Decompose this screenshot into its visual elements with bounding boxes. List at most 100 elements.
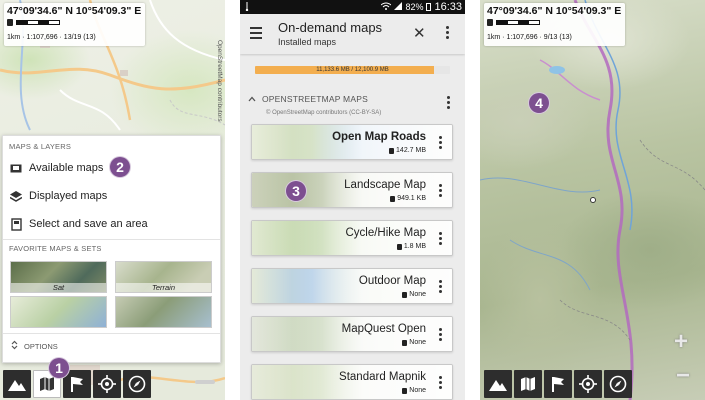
- map-size: 1.8 MB: [396, 243, 426, 250]
- save-area-icon: [9, 217, 23, 231]
- sd-card-icon: [396, 243, 402, 250]
- map-size: None: [402, 339, 426, 346]
- mountain-icon: [8, 377, 26, 391]
- map-more-icon[interactable]: [439, 136, 442, 151]
- menu-item-label: Displayed maps: [29, 190, 108, 202]
- coordinates-text: 47°09'34.6" N 10°54'09.3" E: [7, 5, 142, 17]
- map-card[interactable]: Cycle/Hike Map 1.8 MB: [251, 220, 453, 256]
- terrain-button[interactable]: [484, 370, 512, 398]
- flag-icon: [551, 376, 565, 392]
- map-size-text: None: [409, 339, 426, 346]
- map-more-icon[interactable]: [439, 328, 442, 343]
- coordinates-overlay[interactable]: 47°09'34.6" N 10°54'09.3" E 1km · 1:107,…: [484, 3, 626, 46]
- menu-item-select-save-area[interactable]: Select and save an area: [9, 214, 214, 234]
- map-more-icon[interactable]: [439, 376, 442, 391]
- usb-icon: [243, 1, 251, 13]
- map-card[interactable]: MapQuest Open None: [251, 316, 453, 352]
- step-badge-3: 3: [285, 180, 307, 202]
- scale-text: 1km · 1:107,696 · 9/13 (13): [487, 34, 572, 41]
- map-size-text: 1.8 MB: [403, 243, 426, 250]
- terrain-button[interactable]: [3, 370, 31, 398]
- location-button[interactable]: [574, 370, 602, 398]
- map-icon: [520, 376, 536, 392]
- scale-icon: [7, 19, 13, 26]
- map-card[interactable]: Open Map Roads 142.7 MB: [251, 124, 453, 160]
- favorite-map-set-3[interactable]: [10, 296, 107, 328]
- crosshair-icon: [579, 375, 597, 393]
- map-size: None: [402, 291, 426, 298]
- location-button[interactable]: [93, 370, 121, 398]
- battery-percent: 82%: [405, 2, 424, 12]
- scale-text: 1km · 1:107,696 · 13/19 (13): [7, 34, 96, 41]
- compass-button[interactable]: [604, 370, 632, 398]
- more-options-icon[interactable]: [446, 26, 450, 41]
- favorite-map-sat[interactable]: Sat: [10, 261, 107, 293]
- scale-bar: [16, 20, 60, 25]
- map-card[interactable]: Outdoor Map None: [251, 268, 453, 304]
- map-attribution: OpenStreetMap contributors: [216, 40, 223, 122]
- favorite-map-terrain[interactable]: Terrain: [115, 261, 212, 293]
- coordinates-overlay[interactable]: 47°09'34.6" N 10°54'09.3" E 1km · 1:107,…: [4, 3, 146, 46]
- layers-icon: [9, 190, 23, 202]
- map-more-icon[interactable]: [439, 232, 442, 247]
- page-subtitle[interactable]: Installed maps: [278, 37, 336, 47]
- step-badge-4: 4: [528, 92, 550, 114]
- menu-icon[interactable]: [250, 27, 262, 42]
- section-more-icon[interactable]: [447, 96, 450, 111]
- step-badge-2: 2: [109, 156, 131, 178]
- compass-button[interactable]: [123, 370, 151, 398]
- crosshair-icon: [98, 375, 116, 393]
- map-size-text: None: [409, 291, 426, 298]
- menu-item-label: Available maps: [29, 162, 104, 174]
- close-icon[interactable]: ✕: [413, 24, 426, 42]
- zoom-in-button[interactable]: +: [674, 328, 688, 356]
- favorite-label: Sat: [11, 283, 106, 292]
- menu-divider: [3, 239, 220, 240]
- sd-card-icon: [390, 195, 396, 202]
- menu-item-displayed-maps[interactable]: Displayed maps: [9, 186, 214, 206]
- section-header-osm[interactable]: OPENSTREETMAP MAPS: [248, 94, 368, 104]
- landscape-map-screen: 47°09'34.6" N 10°54'09.3" E 1km · 1:107,…: [480, 0, 705, 400]
- waypoint-button[interactable]: [544, 370, 572, 398]
- map-name: Outdoor Map: [358, 275, 426, 287]
- maps-button[interactable]: [514, 370, 542, 398]
- options-label: OPTIONS: [24, 341, 58, 351]
- topographic-map-features: [480, 0, 705, 400]
- flag-icon: [70, 376, 84, 392]
- storage-usage-bar: 11,133.6 MB / 12,100.9 MB: [255, 66, 450, 74]
- wifi-icon: [381, 2, 392, 12]
- clock: 16:33: [434, 1, 462, 13]
- maps-layers-header: MAPS & LAYERS: [9, 142, 72, 151]
- map-name: Cycle/Hike Map: [345, 227, 426, 239]
- map-size-text: 949.1 KB: [397, 195, 426, 202]
- compass-icon: [128, 375, 146, 393]
- scale-icon: [487, 19, 493, 26]
- zoom-out-handle[interactable]: [195, 380, 215, 384]
- zoom-out-button[interactable]: −: [676, 362, 690, 390]
- map-name: Landscape Map: [344, 179, 426, 191]
- menu-divider: [3, 333, 220, 334]
- app-bar: On-demand maps Installed maps ✕: [240, 14, 465, 54]
- coordinates-text: 47°09'34.6" N 10°54'09.3" E: [487, 5, 622, 17]
- map-name: Open Map Roads: [332, 131, 426, 143]
- battery-icon: [426, 3, 432, 11]
- page-title: On-demand maps: [278, 20, 383, 35]
- favorite-map-set-4[interactable]: [115, 296, 212, 328]
- favorite-label: Terrain: [116, 283, 211, 292]
- map-size: None: [402, 387, 426, 394]
- favorites-header: FAVORITE MAPS & SETS: [9, 244, 102, 253]
- map-more-icon[interactable]: [439, 280, 442, 295]
- sd-card-icon: [402, 291, 408, 298]
- map-size-text: None: [409, 387, 426, 394]
- step-badge-1: 1: [48, 357, 70, 379]
- section-attribution: © OpenStreetMap contributors (CC-BY-SA): [266, 110, 382, 116]
- android-status-bar: 82% 16:33: [240, 0, 465, 14]
- signal-icon: [394, 2, 403, 12]
- map-size: 949.1 KB: [390, 195, 426, 202]
- map-card[interactable]: Standard Mapnik None: [251, 364, 453, 400]
- options-toggle[interactable]: OPTIONS: [11, 340, 58, 352]
- compass-icon: [609, 375, 627, 393]
- map-icon: [39, 376, 55, 392]
- map-card[interactable]: Landscape Map 949.1 KB: [251, 172, 453, 208]
- map-more-icon[interactable]: [439, 184, 442, 199]
